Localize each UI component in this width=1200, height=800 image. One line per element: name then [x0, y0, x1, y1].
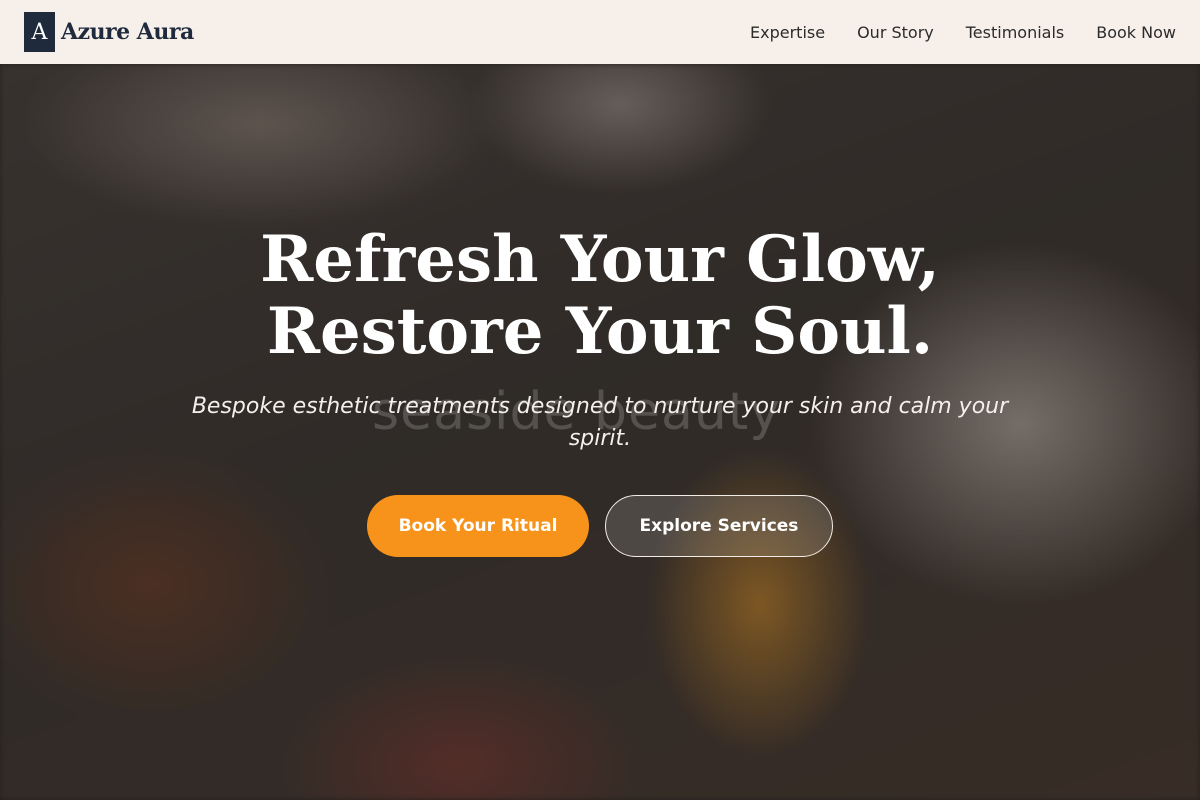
hero-title-line-1: Refresh Your Glow, [260, 222, 940, 297]
nav-expertise[interactable]: Expertise [750, 23, 825, 42]
nav-our-story[interactable]: Our Story [857, 23, 934, 42]
main-nav: Expertise Our Story Testimonials Book No… [750, 23, 1176, 42]
nav-testimonials[interactable]: Testimonials [966, 23, 1065, 42]
book-your-ritual-button[interactable]: Book Your Ritual [367, 495, 589, 557]
explore-services-button[interactable]: Explore Services [605, 495, 833, 557]
hero-subtitle: Bespoke esthetic treatments designed to … [191, 394, 1009, 451]
brand-logo[interactable]: A Azure Aura [24, 12, 194, 52]
hero-title-line-2: Restore Your Soul. [266, 294, 934, 369]
nav-book-now[interactable]: Book Now [1096, 23, 1176, 42]
hero-title: Refresh Your Glow, Restore Your Soul. [0, 224, 1200, 368]
brand-name: Azure Aura [61, 19, 194, 45]
hero-cta-group: Book Your Ritual Explore Services [367, 495, 833, 557]
logo-mark: A [24, 12, 55, 52]
hero-section: seaside beauty Refresh Your Glow, Restor… [0, 64, 1200, 800]
site-header: A Azure Aura Expertise Our Story Testimo… [0, 0, 1200, 64]
